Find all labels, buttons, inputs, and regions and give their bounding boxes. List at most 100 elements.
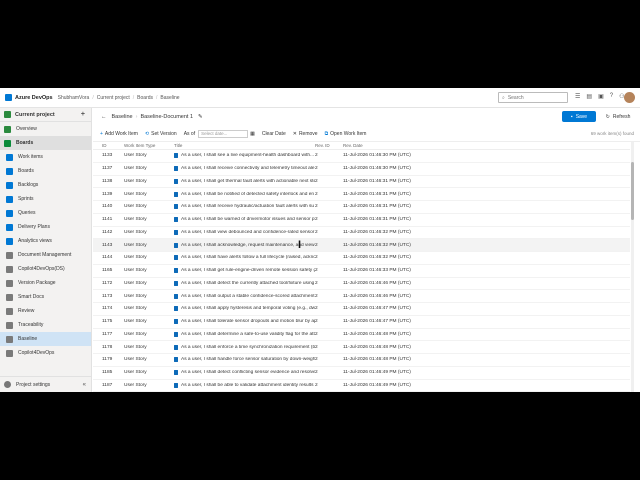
clear-date-button[interactable]: Clear Date xyxy=(262,131,286,137)
table-row[interactable]: 1143 User Story As a user, I shall acknowl… xyxy=(93,239,630,252)
cell-title[interactable]: As a user, I shall receive connectivity … xyxy=(174,166,315,172)
list-icon[interactable]: ☰ xyxy=(575,93,580,100)
table-row[interactable]: 1140 User Story As a user, I shall receive… xyxy=(93,201,630,214)
breadcrumb-baseline-root[interactable]: Baseline xyxy=(112,114,133,120)
azure-devops-logo-icon[interactable] xyxy=(5,94,12,101)
top-bar: Azure DevOps ShubhamVora / Current proje… xyxy=(0,88,640,108)
table-row[interactable]: 1185 User Story As a user, I shall detect … xyxy=(93,367,630,380)
column-header-type[interactable]: Work Item Type xyxy=(118,143,174,148)
sidebar-item-review[interactable]: Review xyxy=(0,304,91,318)
brand-title[interactable]: Azure DevOps xyxy=(15,95,53,101)
vertical-scrollbar[interactable] xyxy=(631,142,634,392)
cell-rev-id: 2 xyxy=(315,319,318,325)
collapse-icon[interactable]: « xyxy=(83,382,86,388)
save-button[interactable]: ▪ Save xyxy=(562,111,596,122)
cell-rev-date: 11-Jul-2026 01:46:49 PM (UTC) xyxy=(343,382,411,388)
cell-rev-date: 11-Jul-2026 01:46:48 PM (UTC) xyxy=(343,344,411,350)
project-settings-label: Project settings xyxy=(16,381,51,388)
sidebar-item-work-items[interactable]: Work items xyxy=(0,150,91,164)
sidebar-item-copilot-ds[interactable]: Copilot4DevOps(DS) xyxy=(0,262,91,276)
help-icon[interactable]: ? xyxy=(610,93,613,100)
cell-title[interactable]: As a user, I shall be notified of detect… xyxy=(174,191,315,197)
cell-rev-id: 2 xyxy=(315,357,318,363)
cell-title[interactable]: As a user, I shall determine a safe-to-u… xyxy=(174,331,315,337)
table-row[interactable]: 1141 User Story As a user, I shall be warn… xyxy=(93,214,630,227)
cell-title[interactable]: As a user, I shall be able to validate a… xyxy=(174,382,315,388)
column-header-id[interactable]: ID xyxy=(93,143,118,148)
table-row[interactable]: 1173 User Story As a user, I shall output … xyxy=(93,290,630,303)
breadcrumb-boards[interactable]: Boards xyxy=(137,95,153,101)
cell-title[interactable]: As a user, I shall have alerts follow a … xyxy=(174,255,315,261)
cell-title[interactable]: As a user, I shall detect conflicting se… xyxy=(174,370,315,376)
sidebar-item-version-package[interactable]: Version Package xyxy=(0,276,91,290)
sidebar-item-queries[interactable]: Queries xyxy=(0,206,91,220)
date-input[interactable]: Select date... xyxy=(198,129,249,138)
sidebar-item-baseline[interactable]: Baseline xyxy=(0,332,91,346)
table-row[interactable]: 1179 User Story As a user, I shall handle … xyxy=(93,354,630,367)
sidebar-item-smart-docs[interactable]: Smart Docs xyxy=(0,290,91,304)
table-row[interactable]: 1165 User Story As a user, I shall get rul… xyxy=(93,265,630,278)
cell-title[interactable]: As a user, I shall get thermal fault ale… xyxy=(174,178,315,184)
breadcrumb-baseline[interactable]: Baseline xyxy=(160,95,179,101)
table-row[interactable]: 1139 User Story As a user, I shall be noti… xyxy=(93,188,630,201)
table-row[interactable]: 1175 User Story As a user, I shall tolerat… xyxy=(93,316,630,329)
sidebar-item-boards[interactable]: Boards xyxy=(0,136,91,150)
cell-title[interactable]: As a user, I shall get rule-engine-drive… xyxy=(174,268,315,274)
project-header[interactable]: Current project + xyxy=(0,108,91,122)
sidebar-item-traceability[interactable]: Traceability xyxy=(0,318,91,332)
document-icon xyxy=(6,251,13,259)
table-row[interactable]: 1138 User Story As a user, I shall get the… xyxy=(93,176,630,189)
search-box[interactable]: ⌕ xyxy=(498,92,568,103)
refresh-button[interactable]: ↻ Refresh xyxy=(600,111,636,122)
set-version-button[interactable]: ⟲ Set Version xyxy=(145,131,177,137)
table-row[interactable]: 1174 User Story As a user, I shall apply h… xyxy=(93,303,630,316)
plus-icon: + xyxy=(100,130,103,137)
cell-title[interactable]: As a user, I shall output a stable confi… xyxy=(174,293,315,299)
cell-title[interactable]: As a user, I shall be warned of drive/mo… xyxy=(174,217,315,223)
table-row[interactable]: 1144 User Story As a user, I shall have al… xyxy=(93,252,630,265)
back-arrow-icon[interactable]: ← xyxy=(101,114,107,120)
sidebar-item-analytics-views[interactable]: Analytics views xyxy=(0,234,91,248)
calendar-icon[interactable]: ▦ xyxy=(250,131,255,137)
cell-title[interactable]: As a user, I shall enforce a time synchr… xyxy=(174,344,315,350)
sidebar-item-sprints[interactable]: Sprints xyxy=(0,192,91,206)
column-header-rev-date[interactable]: Rev. Date xyxy=(343,143,413,148)
sidebar-item-overview[interactable]: Overview xyxy=(0,122,91,136)
cell-title[interactable]: As a user, I shall view debounced and co… xyxy=(174,229,315,235)
remove-button[interactable]: ✕ Remove xyxy=(293,131,318,137)
table-row[interactable]: 1137 User Story As a user, I shall receive… xyxy=(93,163,630,176)
table-row[interactable]: 1187 User Story As a user, I shall be able… xyxy=(93,380,630,392)
cell-title[interactable]: As a user, I shall receive hydraulic/act… xyxy=(174,204,315,210)
project-settings[interactable]: Project settings « xyxy=(0,376,92,392)
open-work-item-button[interactable]: ⧉ Open Work Item xyxy=(325,131,367,137)
add-icon[interactable]: + xyxy=(81,111,85,118)
add-work-item-button[interactable]: + Add Work Item xyxy=(100,131,138,137)
sidebar-item-boards-sub[interactable]: Boards xyxy=(0,164,91,178)
sidebar-item-copilot[interactable]: Copilot4DevOps xyxy=(0,346,91,360)
sidebar-item-delivery-plans[interactable]: Delivery Plans xyxy=(0,220,91,234)
breadcrumb-org[interactable]: ShubhamVora xyxy=(58,95,90,101)
table-row[interactable]: 1133 User Story As a user, I shall see a l… xyxy=(93,150,630,163)
column-header-title[interactable]: Title xyxy=(174,143,315,148)
cell-title[interactable]: As a user, I shall see a live equipment-… xyxy=(174,153,315,159)
breadcrumb-project[interactable]: Current project xyxy=(97,95,130,101)
cell-title[interactable]: As a user, I shall acknowledge, request … xyxy=(174,242,315,248)
cell-title[interactable]: As a user, I shall apply hysteresis and … xyxy=(174,306,315,312)
cell-title[interactable]: As a user, I shall handle force sensor s… xyxy=(174,357,315,363)
column-header-rev-id[interactable]: Rev. ID xyxy=(315,143,343,148)
search-input[interactable] xyxy=(507,94,564,101)
sidebar-item-backlogs[interactable]: Backlogs xyxy=(0,178,91,192)
cell-title[interactable]: As a user, I shall detect the currently … xyxy=(174,280,315,286)
table-row[interactable]: 1178 User Story As a user, I shall enforce… xyxy=(93,341,630,354)
scrollbar-thumb[interactable] xyxy=(631,162,634,220)
table-row[interactable]: 1177 User Story As a user, I shall determi… xyxy=(93,329,630,342)
table-row[interactable]: 1142 User Story As a user, I shall view de… xyxy=(93,227,630,240)
table-row[interactable]: 1172 User Story As a user, I shall detect … xyxy=(93,278,630,291)
cell-id: 1140 xyxy=(102,204,113,210)
cell-title[interactable]: As a user, I shall tolerate sensor dropo… xyxy=(174,319,315,325)
clipboard-icon[interactable]: ▤ xyxy=(586,93,592,100)
sidebar-item-document-management[interactable]: Document Management xyxy=(0,248,91,262)
edit-pencil-icon[interactable]: ✎ xyxy=(198,114,203,120)
bag-icon[interactable]: ▣ xyxy=(598,93,604,100)
avatar[interactable] xyxy=(624,92,635,103)
